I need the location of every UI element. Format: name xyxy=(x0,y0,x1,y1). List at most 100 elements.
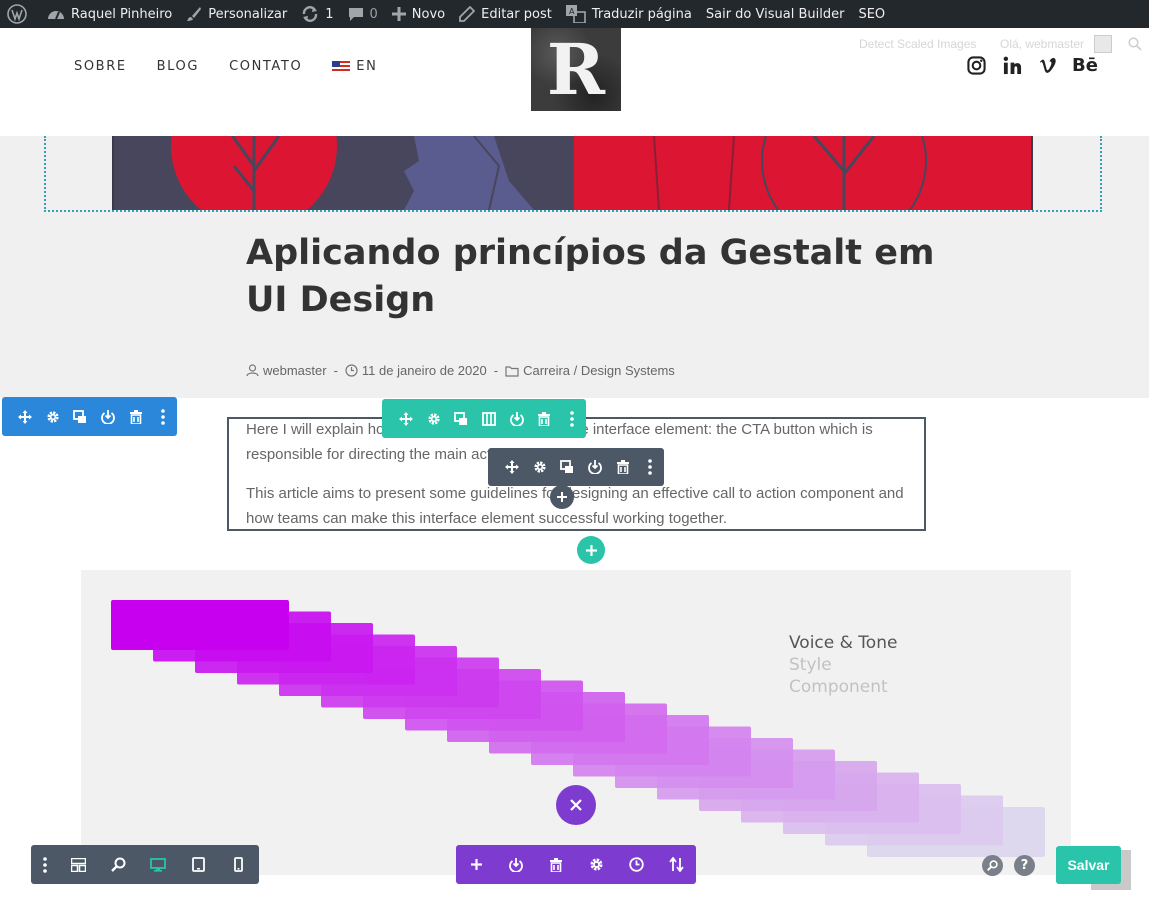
post-paragraph: This article aims to present some guidel… xyxy=(246,485,904,527)
save-to-library-icon[interactable] xyxy=(94,397,122,436)
vimeo-icon[interactable] xyxy=(1037,54,1059,76)
post-meta: webmaster - 11 de janeiro de 2020 - Carr… xyxy=(246,363,675,378)
add-module-button[interactable] xyxy=(550,485,574,509)
close-icon xyxy=(570,799,582,811)
settings-gear-icon[interactable] xyxy=(526,448,554,486)
dashboard-icon xyxy=(48,11,64,20)
tablet-view-icon[interactable] xyxy=(178,845,218,884)
zoom-icon[interactable] xyxy=(98,845,138,884)
duplicate-icon[interactable] xyxy=(447,399,475,438)
more-options-icon[interactable] xyxy=(558,399,586,438)
customize-link[interactable]: Personalizar xyxy=(179,0,294,28)
site-name-link[interactable]: Raquel Pinheiro xyxy=(40,0,179,28)
view-mode-toolbar xyxy=(31,845,259,884)
new-content-link[interactable]: Novo xyxy=(385,0,452,28)
more-options-icon[interactable] xyxy=(149,397,177,436)
post-author[interactable]: webmaster xyxy=(263,363,327,378)
meta-separator: - xyxy=(493,363,499,378)
linkedin-icon[interactable] xyxy=(1001,54,1023,76)
plus-icon xyxy=(557,492,567,502)
nav-item-contato[interactable]: CONTATO xyxy=(229,59,302,74)
more-options-icon[interactable] xyxy=(31,845,58,884)
seo-link[interactable]: SEO xyxy=(851,0,892,28)
edit-post-link[interactable]: Editar post xyxy=(452,0,559,28)
trash-icon[interactable] xyxy=(531,399,559,438)
post-date: 11 de janeiro de 2020 xyxy=(361,363,487,378)
more-options-icon[interactable] xyxy=(636,448,664,486)
row-toolbar xyxy=(382,399,586,438)
save-to-library-icon[interactable] xyxy=(496,845,536,884)
phone-view-icon[interactable] xyxy=(218,845,258,884)
refresh-icon xyxy=(303,6,318,22)
nav-item-sobre[interactable]: SOBRE xyxy=(74,59,127,74)
site-name-label: Raquel Pinheiro xyxy=(71,6,173,22)
section-outline xyxy=(44,136,1102,212)
move-icon[interactable] xyxy=(392,399,420,438)
comments-count: 0 xyxy=(369,6,378,22)
comment-icon xyxy=(348,8,363,21)
site-logo[interactable]: R xyxy=(531,28,621,111)
help-icon[interactable]: ? xyxy=(1014,855,1035,876)
save-to-library-icon[interactable] xyxy=(503,399,531,438)
translate-label: Traduzir página xyxy=(591,6,692,22)
plus-icon xyxy=(585,544,597,556)
detect-scaled-images-link[interactable]: Detect Scaled Images xyxy=(859,37,976,51)
move-icon[interactable] xyxy=(11,397,39,436)
settings-gear-icon[interactable] xyxy=(576,845,616,884)
trash-icon[interactable] xyxy=(609,448,637,486)
updates-link[interactable]: 1 xyxy=(294,0,340,28)
desktop-view-icon[interactable] xyxy=(138,845,178,884)
customize-label: Personalizar xyxy=(208,6,288,22)
search-icon[interactable] xyxy=(982,855,1003,876)
comments-link[interactable]: 0 xyxy=(341,0,385,28)
nav-item-blog[interactable]: BLOG xyxy=(157,59,199,74)
wireframe-view-icon[interactable] xyxy=(58,845,98,884)
module-toolbar xyxy=(488,448,664,486)
meta-separator: - xyxy=(333,363,338,378)
updates-count: 1 xyxy=(325,6,334,22)
wordpress-logo-icon[interactable] xyxy=(0,0,40,28)
save-to-library-icon[interactable] xyxy=(581,448,609,486)
clock-icon xyxy=(345,364,358,377)
avatar[interactable] xyxy=(1094,35,1112,53)
site-header: SOBRE BLOG CONTATO EN R Detect Scaled Im… xyxy=(0,28,1149,136)
post-title: Aplicando princípios da Gestalt em UI De… xyxy=(246,233,935,320)
svg-text:A: A xyxy=(569,7,575,16)
pencil-icon xyxy=(459,6,476,22)
wp-admin-bar: Raquel Pinheiro Personalizar 1 0 Novo Ed… xyxy=(0,0,1149,28)
portability-icon[interactable] xyxy=(656,845,696,884)
settings-gear-icon[interactable] xyxy=(420,399,448,438)
close-builder-button[interactable] xyxy=(556,785,596,825)
trash-icon[interactable] xyxy=(122,397,150,436)
behance-label: Bē xyxy=(1072,54,1098,76)
add-icon[interactable] xyxy=(456,845,496,884)
gradient-block xyxy=(111,600,289,650)
language-label: EN xyxy=(356,59,378,74)
behance-icon[interactable]: Bē xyxy=(1071,54,1099,76)
trash-icon[interactable] xyxy=(536,845,576,884)
user-greeting[interactable]: Olá, webmaster xyxy=(1000,37,1084,51)
edit-post-label: Editar post xyxy=(481,6,552,22)
add-row-button[interactable] xyxy=(577,536,605,564)
history-icon[interactable] xyxy=(616,845,656,884)
us-flag-icon xyxy=(332,60,351,73)
duplicate-icon[interactable] xyxy=(66,397,94,436)
seo-label: SEO xyxy=(858,6,886,22)
instagram-icon[interactable] xyxy=(965,54,987,76)
move-icon[interactable] xyxy=(498,448,526,486)
illustration-text: Voice & Tone Style Component xyxy=(789,632,897,698)
illustration-image[interactable]: Voice & Tone Style Component xyxy=(81,570,1071,875)
new-label: Novo xyxy=(411,6,446,22)
user-icon xyxy=(246,364,259,377)
translate-link[interactable]: A Traduzir página xyxy=(559,0,699,28)
search-icon[interactable] xyxy=(1128,37,1142,51)
settings-gear-icon[interactable] xyxy=(39,397,67,436)
duplicate-icon[interactable] xyxy=(553,448,581,486)
save-button[interactable]: Salvar xyxy=(1056,846,1121,884)
language-switcher[interactable]: EN xyxy=(332,59,377,74)
columns-icon[interactable] xyxy=(475,399,503,438)
style-label: Style xyxy=(789,655,832,675)
gradient-blocks-graphic xyxy=(111,600,1045,857)
exit-visual-builder-link[interactable]: Sair do Visual Builder xyxy=(699,0,852,28)
post-categories[interactable]: Carreira / Design Systems xyxy=(523,363,675,378)
